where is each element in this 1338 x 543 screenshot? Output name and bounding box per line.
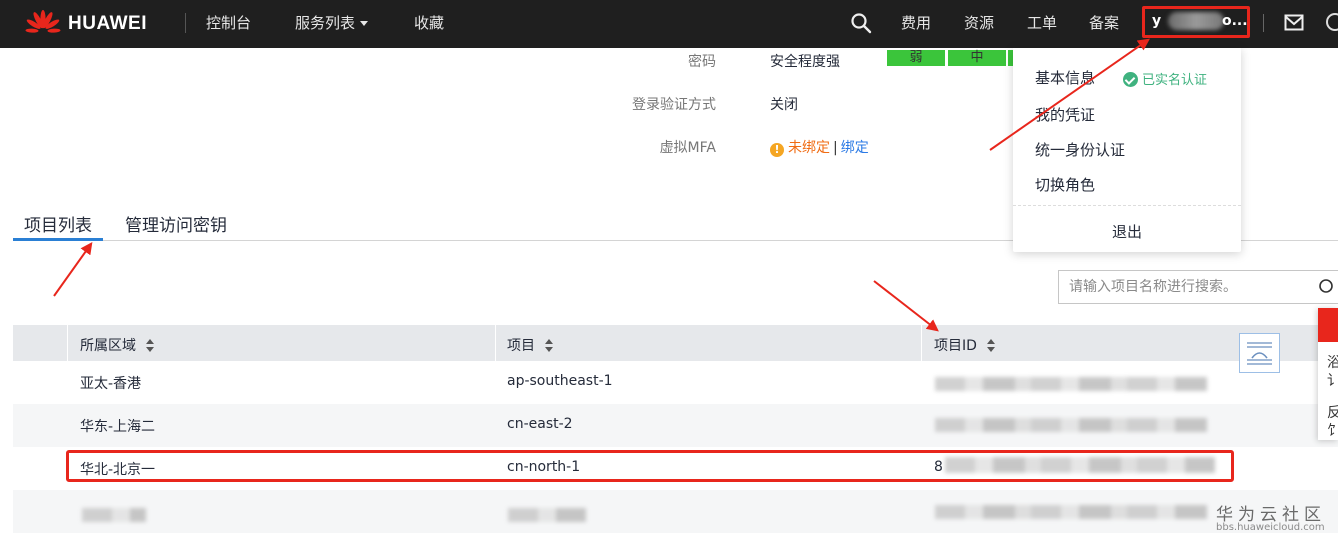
strength-weak: 弱: [887, 50, 945, 66]
cell-project: cn-east-2: [507, 416, 573, 432]
brand-name: HUAWEI: [68, 13, 147, 34]
mfa-status: 未绑定: [788, 140, 830, 156]
column-divider: [495, 325, 496, 361]
login-verify-label: 登录验证方式: [632, 97, 716, 113]
cell-project: ap-southeast-1: [507, 373, 613, 389]
mail-icon[interactable]: [1284, 14, 1304, 31]
nav-favorites[interactable]: 收藏: [414, 12, 444, 33]
cell-project-redacted: [508, 508, 586, 522]
mfa-separator: |: [833, 140, 838, 156]
top-navbar: [0, 0, 1338, 48]
nav-resources[interactable]: 资源: [964, 12, 994, 33]
column-header-project-id[interactable]: 项目ID: [934, 335, 996, 355]
menu-my-credentials[interactable]: 我的凭证: [1035, 104, 1095, 125]
password-strength-value: 安全程度强: [770, 54, 840, 70]
huawei-flower-icon: [25, 10, 61, 33]
search-icon[interactable]: [1318, 278, 1336, 296]
watermark-url: bbs.huaweicloud.com: [1216, 522, 1325, 533]
column-header-region-label: 所属区域: [80, 338, 136, 354]
tab-project-list[interactable]: 项目列表: [24, 211, 92, 236]
verified-badge: 已实名认证: [1123, 69, 1207, 88]
active-tab-indicator: [13, 238, 103, 241]
table-header: [13, 325, 1338, 361]
sort-icon[interactable]: [545, 339, 554, 353]
nav-divider-right: [1263, 14, 1264, 32]
column-header-region[interactable]: 所属区域: [80, 335, 155, 355]
huawei-logo[interactable]: HUAWEI: [24, 8, 147, 40]
cell-project-id-redacted: [935, 418, 1207, 432]
mfa-status-row: ! 未绑定 | 绑定: [770, 137, 869, 157]
column-divider: [921, 325, 922, 361]
floating-reader-widget[interactable]: [1239, 333, 1280, 373]
side-panel-header[interactable]: [1318, 308, 1338, 342]
chevron-down-icon: [360, 21, 369, 26]
warning-icon: !: [770, 143, 784, 157]
nav-billing[interactable]: 费用: [901, 12, 931, 33]
cell-region: 亚太-香港: [80, 376, 142, 392]
arrow-to-project-tab: [53, 242, 93, 297]
menu-iam[interactable]: 统一身份认证: [1035, 139, 1125, 160]
project-search-input[interactable]: [1058, 270, 1338, 304]
column-divider: [67, 325, 68, 361]
nav-divider: [185, 13, 186, 33]
help-icon[interactable]: [1326, 13, 1338, 31]
reader-icon: [1247, 342, 1272, 365]
cell-project-id-redacted: [935, 377, 1207, 391]
nav-service-list-label: 服务列表: [295, 14, 356, 32]
sort-icon[interactable]: [986, 339, 996, 353]
login-verify-value: 关闭: [770, 97, 798, 113]
sort-icon[interactable]: [146, 339, 155, 353]
side-panel-text: 浴: [1327, 355, 1338, 371]
cell-region-redacted: [82, 508, 146, 522]
side-panel-text: 饣: [1327, 423, 1338, 439]
cell-project-id-redacted: [935, 505, 1207, 519]
menu-logout[interactable]: 退出: [1013, 221, 1241, 242]
tab-access-keys[interactable]: 管理访问密钥: [125, 211, 227, 236]
column-header-project[interactable]: 项目: [507, 335, 554, 355]
nav-tickets[interactable]: 工单: [1027, 12, 1057, 33]
row-highlight-annotation: [66, 450, 1234, 482]
verified-badge-label: 已实名认证: [1142, 73, 1208, 88]
search-icon[interactable]: [850, 12, 872, 34]
user-dropdown-menu: 基本信息 已实名认证 我的凭证 统一身份认证 切换角色 退出: [1013, 48, 1241, 252]
strength-medium: 中: [948, 50, 1006, 66]
user-menu-highlight: [1142, 6, 1250, 38]
side-panel-text: 反: [1327, 405, 1338, 421]
column-header-project-id-label: 项目ID: [934, 338, 977, 354]
mfa-label: 虚拟MFA: [659, 140, 716, 156]
password-label: 密码: [688, 54, 716, 70]
column-header-project-label: 项目: [507, 338, 535, 354]
check-circle-icon: [1123, 72, 1138, 87]
side-panel-text: 讠: [1327, 373, 1338, 389]
cell-region: 华东-上海二: [80, 419, 156, 435]
nav-filing[interactable]: 备案: [1089, 12, 1119, 33]
nav-service-list[interactable]: 服务列表: [295, 12, 369, 33]
arrow-to-project-id: [873, 280, 939, 332]
mfa-bind-link[interactable]: 绑定: [841, 140, 869, 156]
nav-console[interactable]: 控制台: [206, 12, 251, 33]
menu-basic-info[interactable]: 基本信息: [1035, 67, 1095, 88]
menu-switch-role[interactable]: 切换角色: [1035, 174, 1095, 195]
menu-divider: [1013, 205, 1241, 206]
